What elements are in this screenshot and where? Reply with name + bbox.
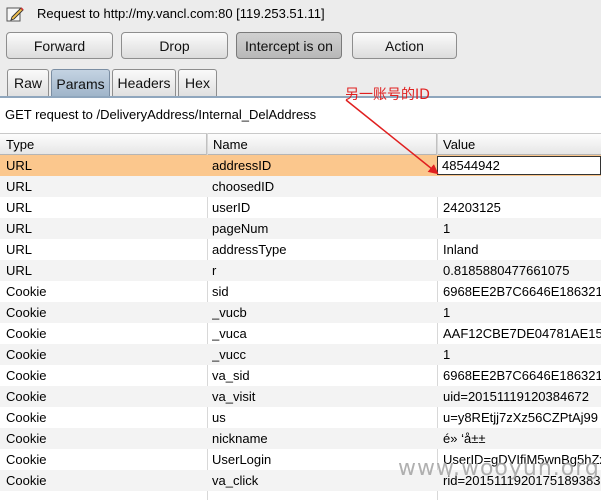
- cell-value[interactable]: 6968EE2B7C6646E186321: [443, 281, 601, 302]
- cell-name: _vuca: [212, 326, 247, 341]
- cell-type: Cookie: [6, 473, 47, 488]
- forward-button[interactable]: Forward: [6, 32, 113, 59]
- cell-type: URL: [6, 242, 33, 257]
- table-row[interactable]: URL pageNum 1: [0, 218, 601, 239]
- table-row[interactable]: URL choosedID: [0, 176, 601, 197]
- cell-value[interactable]: AAF12CBE7DE04781AE15: [443, 323, 601, 344]
- annotation-label: 另一账号的ID: [345, 87, 430, 103]
- tab-raw[interactable]: Raw: [7, 69, 49, 96]
- cell-type: URL: [6, 179, 33, 194]
- watermark-text: www.wooyun.org: [398, 456, 600, 481]
- cell-name: addressID: [212, 158, 272, 173]
- cell-name: r: [212, 263, 217, 278]
- cell-value[interactable]: 24203125: [443, 197, 601, 218]
- table-row[interactable]: URL userID 24203125: [0, 197, 601, 218]
- cell-name: nickname: [212, 431, 268, 446]
- cell-value[interactable]: Inland: [443, 239, 601, 260]
- cell-type: URL: [6, 158, 33, 173]
- cell-type: Cookie: [6, 284, 47, 299]
- cell-type: Cookie: [6, 347, 47, 362]
- table-row[interactable]: Cookie _vuca AAF12CBE7DE04781AE15: [0, 323, 601, 344]
- cell-type: Cookie: [6, 452, 47, 467]
- cell-type: Cookie: [6, 431, 47, 446]
- cell-value[interactable]: 1: [443, 218, 601, 239]
- cell-value[interactable]: u=y8REtjj7zXz56CZPtAj99: [443, 407, 601, 428]
- tab-hex[interactable]: Hex: [178, 69, 217, 96]
- cell-name: pageNum: [212, 221, 269, 236]
- cell-type: URL: [6, 263, 33, 278]
- tab-headers[interactable]: Headers: [112, 69, 176, 96]
- table-row[interactable]: Cookie va_visit uid=20151119120384672: [0, 386, 601, 407]
- request-title: Request to http://my.vancl.com:80 [119.2…: [37, 6, 325, 21]
- cell-value[interactable]: é» ‘å±±: [443, 428, 601, 449]
- column-header-name[interactable]: Name: [207, 134, 437, 155]
- cell-name: _vucc: [212, 347, 246, 362]
- table-row[interactable]: Cookie _vucb 1: [0, 302, 601, 323]
- value-edit-field[interactable]: 48544942: [437, 156, 601, 175]
- cell-name: va_visit: [212, 389, 256, 404]
- cell-type: Cookie: [6, 389, 47, 404]
- cell-value[interactable]: 1: [443, 344, 601, 365]
- cell-type: Cookie: [6, 305, 47, 320]
- action-button[interactable]: Action: [352, 32, 457, 59]
- table-row[interactable]: URL r 0.8185880477661075: [0, 260, 601, 281]
- drop-button[interactable]: Drop: [121, 32, 228, 59]
- cell-type: Cookie: [6, 368, 47, 383]
- cell-type: Cookie: [6, 410, 47, 425]
- cell-value[interactable]: 1: [443, 302, 601, 323]
- request-summary: GET request to /DeliveryAddress/Internal…: [5, 107, 317, 122]
- table-row[interactable]: Cookie nickname é» ‘å±±: [0, 428, 601, 449]
- cell-name: _vucb: [212, 305, 247, 320]
- table-row[interactable]: URL addressType Inland: [0, 239, 601, 260]
- table-row[interactable]: Cookie va_sid 6968EE2B7C6646E186321: [0, 365, 601, 386]
- cell-value[interactable]: uid=20151119120384672: [443, 386, 601, 407]
- column-header-value[interactable]: Value: [437, 134, 601, 155]
- intercept-toggle-button[interactable]: Intercept is on: [236, 32, 342, 59]
- table-row[interactable]: URL addressID 48544942: [0, 155, 601, 176]
- cell-name: choosedID: [212, 179, 275, 194]
- request-header-bar: Request to http://my.vancl.com:80 [119.2…: [0, 0, 601, 28]
- tab-params[interactable]: Params: [51, 69, 110, 97]
- cell-name: addressType: [212, 242, 287, 257]
- cell-type: Cookie: [6, 326, 47, 341]
- cell-name: userID: [212, 200, 251, 215]
- table-row[interactable]: Cookie sid 6968EE2B7C6646E186321: [0, 281, 601, 302]
- params-table: Type Name Value URL addressID 48544942 URL c…: [0, 133, 601, 500]
- cell-name: va_sid: [212, 368, 250, 383]
- cell-name: sid: [212, 284, 229, 299]
- cell-value[interactable]: [443, 176, 601, 197]
- table-row[interactable]: Cookie _vucc 1: [0, 344, 601, 365]
- cell-name: us: [212, 410, 226, 425]
- table-row[interactable]: Cookie us u=y8REtjj7zXz56CZPtAj99: [0, 407, 601, 428]
- pencil-edit-icon: [6, 7, 24, 22]
- cell-type: URL: [6, 200, 33, 215]
- request-summary-panel: GET request to /DeliveryAddress/Internal…: [0, 98, 601, 133]
- cell-type: URL: [6, 221, 33, 236]
- cell-value[interactable]: 0.8185880477661075: [443, 260, 601, 281]
- table-header: Type Name Value: [0, 133, 601, 155]
- cell-value[interactable]: 6968EE2B7C6646E186321: [443, 365, 601, 386]
- column-header-type[interactable]: Type: [0, 134, 207, 155]
